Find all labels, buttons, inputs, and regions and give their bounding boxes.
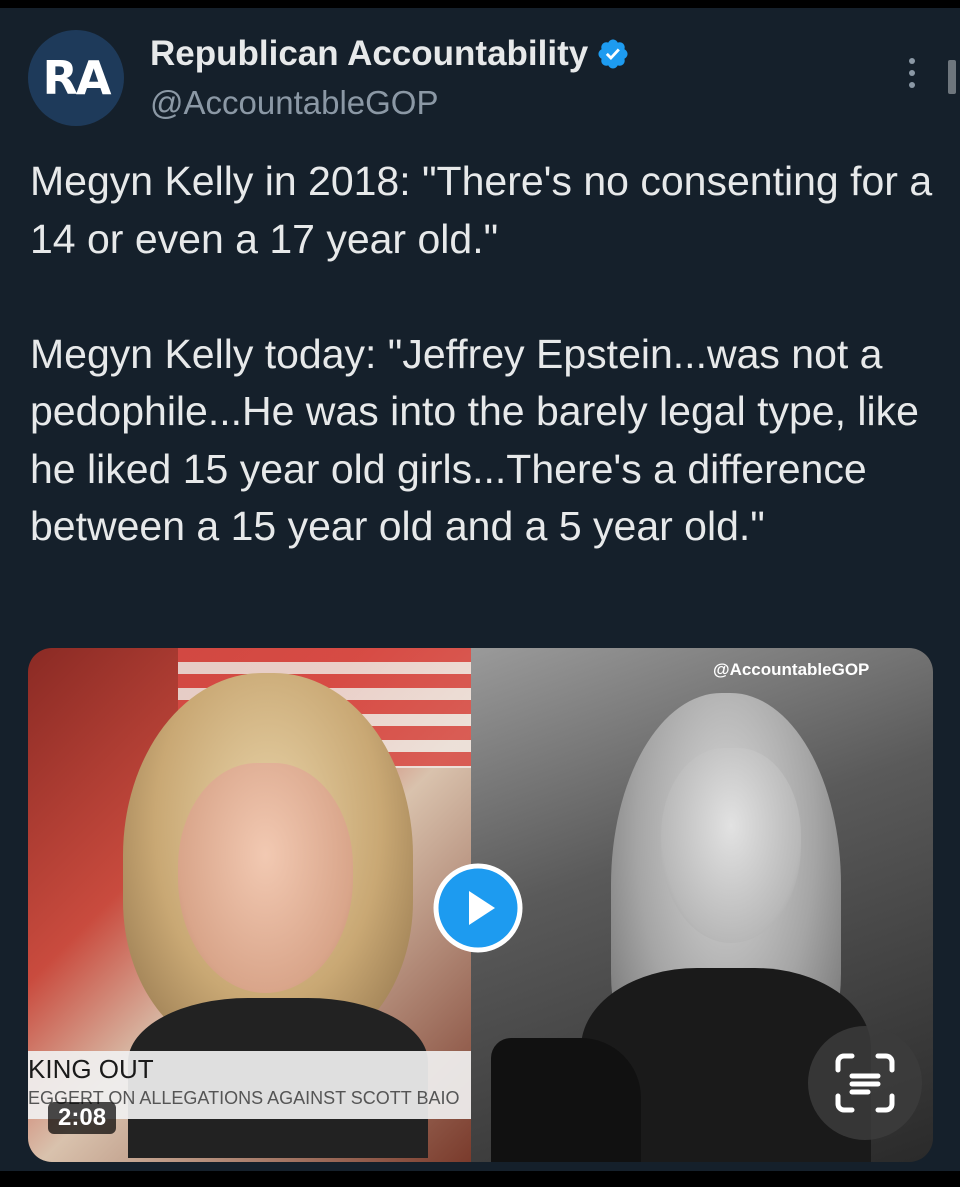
video-left-frame: KING OUT EGGERT ON ALLEGATIONS AGAINST S… xyxy=(28,648,471,1162)
presenter-face-left xyxy=(178,763,353,993)
lens-scan-icon[interactable] xyxy=(808,1026,922,1140)
author-handle[interactable]: @AccountableGOP xyxy=(150,84,438,122)
tweet-paragraph: Megyn Kelly in 2018: "There's no consent… xyxy=(30,158,933,262)
status-bar-strip xyxy=(0,0,960,8)
video-watermark: @AccountableGOP xyxy=(713,660,870,679)
video-media[interactable]: KING OUT EGGERT ON ALLEGATIONS AGAINST S… xyxy=(28,648,933,1162)
video-duration: 2:08 xyxy=(48,1102,117,1134)
tweet-paragraph: Megyn Kelly today: "Jeffrey Epstein...wa… xyxy=(30,330,919,550)
verified-icon xyxy=(598,39,628,69)
more-options-icon[interactable] xyxy=(902,58,922,98)
avatar[interactable]: RA xyxy=(28,30,124,126)
bottom-strip xyxy=(0,1171,960,1187)
tweet-text: Megyn Kelly in 2018: "There's no consent… xyxy=(30,153,935,556)
display-name[interactable]: Republican Accountability xyxy=(150,34,588,74)
presenter-face-right xyxy=(661,748,801,943)
author-name-row: Republican Accountability xyxy=(150,34,630,74)
lens-scan-glyph xyxy=(835,1053,895,1113)
microphone xyxy=(491,1038,641,1162)
scrollbar[interactable] xyxy=(948,60,956,94)
play-icon[interactable] xyxy=(433,863,523,953)
tweet-card: RA Republican Accountability @Accountabl… xyxy=(0,8,960,1171)
avatar-initials: RA xyxy=(42,51,111,105)
lower-third-title: KING OUT xyxy=(28,1054,154,1084)
